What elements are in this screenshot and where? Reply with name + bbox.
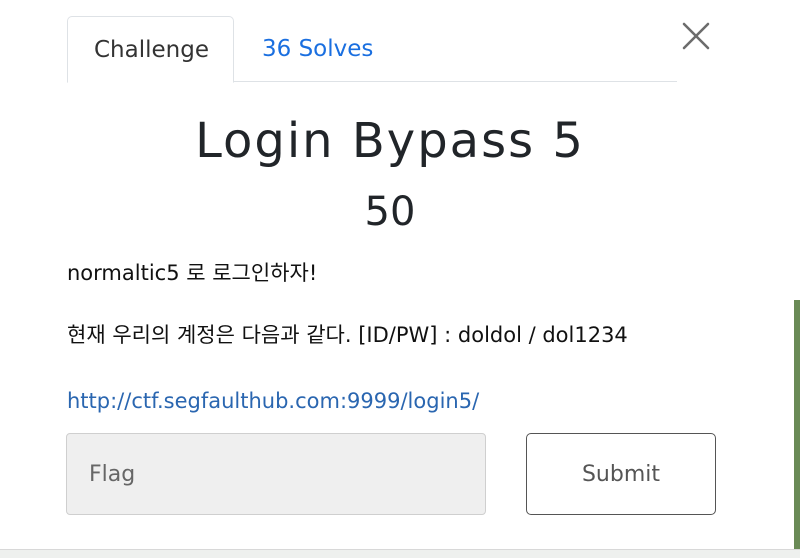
description-line-1: normaltic5 로 로그인하자!: [67, 261, 318, 285]
challenge-tabs: Challenge 36 Solves: [67, 16, 677, 83]
flag-input[interactable]: [66, 433, 486, 515]
description-line-2: 현재 우리의 계정은 다음과 같다. [ID/PW] : doldol / do…: [67, 323, 628, 347]
challenge-points: 50: [364, 189, 416, 235]
tab-challenge[interactable]: Challenge: [67, 16, 234, 83]
challenge-title: Login Bypass 5: [195, 113, 585, 169]
tab-solves[interactable]: 36 Solves: [236, 16, 399, 82]
background-edge: [794, 300, 800, 549]
submit-button[interactable]: Submit: [526, 433, 716, 515]
close-button[interactable]: [681, 21, 711, 51]
challenge-modal: Challenge 36 Solves Login Bypass 5 50 no…: [0, 0, 800, 558]
challenge-link[interactable]: http://ctf.segfaulthub.com:9999/login5/: [67, 386, 479, 416]
close-icon: [682, 22, 710, 50]
